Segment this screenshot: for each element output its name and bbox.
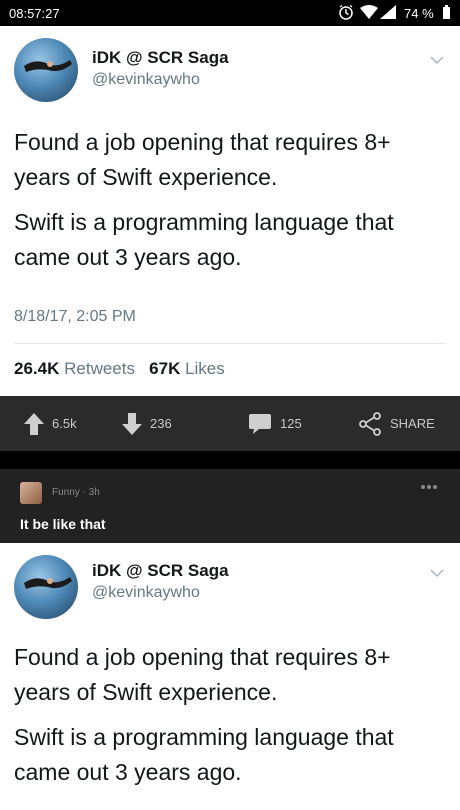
avatar[interactable] <box>14 38 78 102</box>
battery-percent: 74 % <box>404 6 434 21</box>
user-handle[interactable]: @kevinkaywho <box>92 584 200 602</box>
avatar[interactable] <box>14 555 78 619</box>
comment-meta: Funny · 3h <box>52 487 100 498</box>
likes-count[interactable]: 67K <box>149 359 180 378</box>
comment[interactable]: Funny · 3h It be like that <box>0 469 460 543</box>
arrow-up-icon <box>24 412 44 435</box>
status-time: 08:57:27 <box>9 6 60 21</box>
share-icon <box>359 411 381 436</box>
skydiver-figure <box>24 60 72 72</box>
comment-text: It be like that <box>20 516 106 532</box>
tweet-paragraph: Swift is a programming language that cam… <box>14 209 394 270</box>
status-bar: 08:57:27 74 % <box>0 0 460 26</box>
display-name[interactable]: iDK @ SCR Saga <box>92 48 229 68</box>
tweet-card[interactable]: iDK @ SCR Saga @kevinkaywho Found a job … <box>0 543 460 810</box>
skydiver-figure <box>24 577 72 589</box>
tweet-paragraph: Found a job opening that requires 8+ yea… <box>14 129 391 190</box>
tweet-text: Found a job opening that requires 8+ yea… <box>14 125 444 285</box>
downvote-count: 236 <box>150 416 172 431</box>
share-label: SHARE <box>390 416 435 431</box>
comments-button[interactable]: 125 <box>248 396 302 451</box>
signal-icon <box>380 5 396 19</box>
tweet-paragraph: Found a job opening that requires 8+ yea… <box>14 644 391 705</box>
battery-icon <box>443 5 450 19</box>
tweet-paragraph: Swift is a programming language that cam… <box>14 724 394 785</box>
retweets-count[interactable]: 26.4K <box>14 359 59 378</box>
share-button[interactable]: SHARE <box>358 396 435 451</box>
upvote-count: 6.5k <box>52 416 77 431</box>
tweet-card[interactable]: iDK @ SCR Saga @kevinkaywho Found a job … <box>0 26 460 396</box>
likes-label[interactable]: Likes <box>185 359 225 378</box>
separator <box>0 451 460 469</box>
arrow-down-icon <box>122 412 142 435</box>
commenter-avatar[interactable] <box>20 482 42 504</box>
tweet-stats: 26.4K Retweets 67K Likes <box>14 359 225 379</box>
tweet-text: Found a job opening that requires 8+ yea… <box>14 640 444 800</box>
post-action-bar: 6.5k 236 125 SHARE <box>0 396 460 451</box>
downvote-button[interactable]: 236 <box>122 396 172 451</box>
wifi-icon <box>360 5 378 19</box>
tweet-timestamp: 8/18/17, 2:05 PM <box>14 308 136 325</box>
more-options-icon[interactable] <box>420 484 438 490</box>
divider <box>14 343 446 344</box>
chevron-down-icon[interactable] <box>430 56 444 65</box>
retweets-label[interactable]: Retweets <box>64 359 135 378</box>
alarm-icon <box>339 4 353 20</box>
upvote-button[interactable]: 6.5k <box>24 396 77 451</box>
comment-count: 125 <box>280 416 302 431</box>
comment-bubble-icon <box>249 413 271 434</box>
user-handle[interactable]: @kevinkaywho <box>92 71 200 89</box>
display-name[interactable]: iDK @ SCR Saga <box>92 561 229 581</box>
chevron-down-icon[interactable] <box>430 569 444 578</box>
